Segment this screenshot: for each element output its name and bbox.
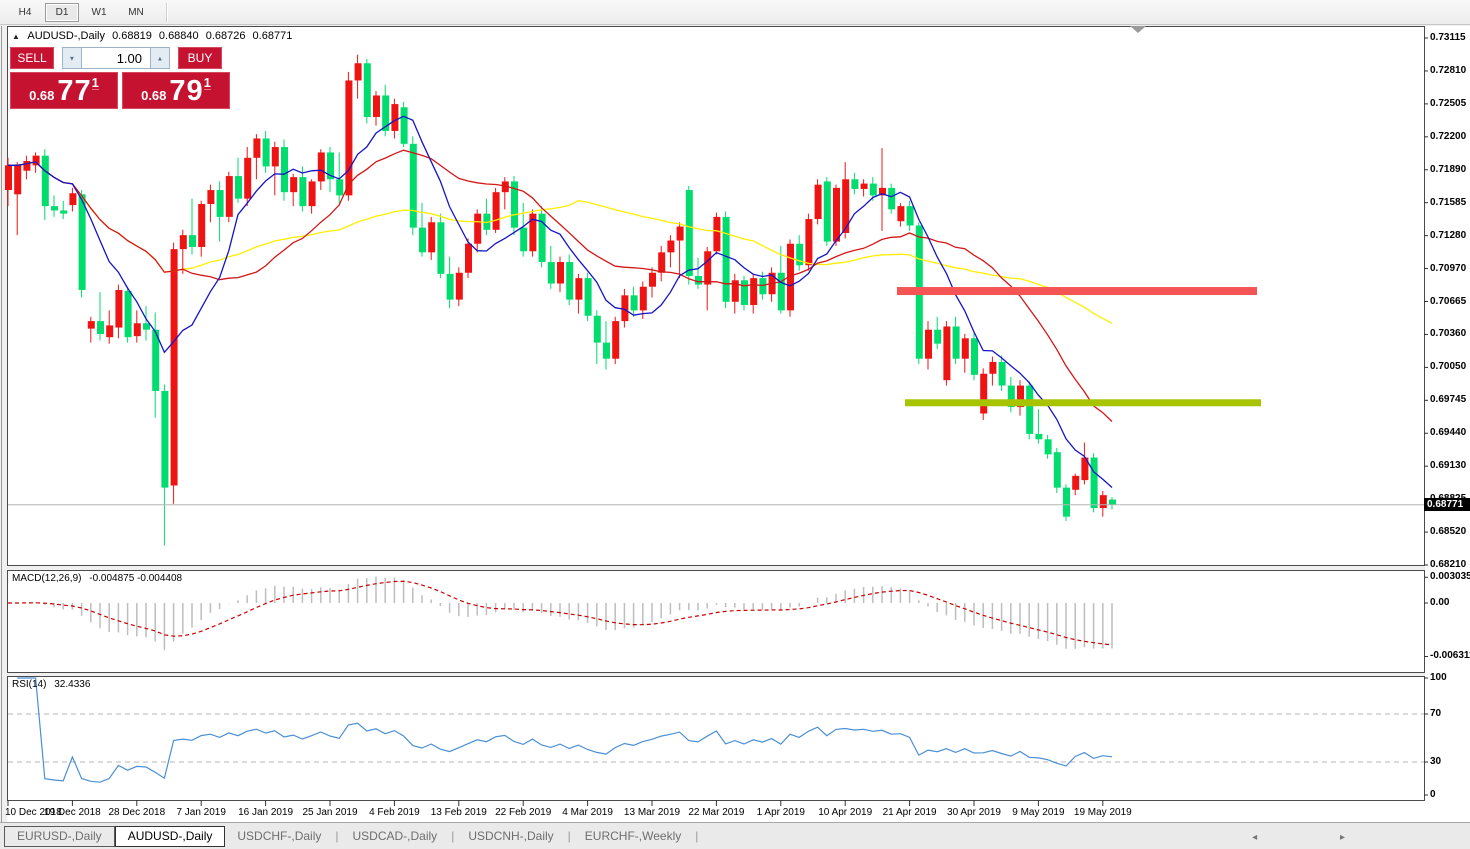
macd-pane[interactable] [7, 570, 1425, 673]
bid-price-tag: 0.68771 [1424, 498, 1470, 511]
scroll-right-icon[interactable]: ▸ [1340, 832, 1385, 843]
ohlc-open: 0.68819 [112, 30, 152, 42]
volume-input[interactable] [82, 47, 150, 69]
chart-tab-audusd[interactable]: AUDUSD-,Daily [115, 826, 226, 847]
date-axis-label: 21 Apr 2019 [883, 807, 937, 818]
price-axis-label: 0.68520 [1430, 526, 1466, 537]
sell-pipette: 1 [92, 76, 99, 90]
macd-axis-label: 0.003035 [1430, 571, 1470, 582]
sell-price-button[interactable]: 0.68 77 1 [10, 72, 118, 109]
price-axis-label: 0.70665 [1430, 296, 1466, 307]
rsi-value: 32.4336 [54, 679, 90, 690]
price-axis-label: 0.70970 [1430, 263, 1466, 274]
price-axis-label: 0.71280 [1430, 230, 1466, 241]
date-axis-label: 13 Feb 2019 [431, 807, 487, 818]
tab-divider: | [335, 829, 338, 843]
rsi-label: RSI(14) 32.4336 [12, 679, 95, 690]
sell-big-figure: 0.68 [29, 86, 54, 106]
price-axis-label: 0.72810 [1430, 65, 1466, 76]
chart-tab-usdcnh[interactable]: USDCNH-,Daily [456, 827, 565, 846]
price-axis-label: 0.69745 [1430, 394, 1466, 405]
date-axis-label: 19 May 2019 [1074, 807, 1132, 818]
tab-divider: | [451, 829, 454, 843]
date-axis-label: 25 Jan 2019 [302, 807, 357, 818]
chart-tabs: EURUSD-,DailyAUDUSD-,DailyUSDCHF-,Daily|… [4, 826, 700, 847]
macd-name: MACD(12,26,9) [12, 573, 81, 584]
chart-tab-usdcad[interactable]: USDCAD-,Daily [341, 827, 450, 846]
date-axis-label: 4 Feb 2019 [369, 807, 420, 818]
price-axis-label: 0.72505 [1430, 98, 1466, 109]
chart-tab-usdchf[interactable]: USDCHF-,Daily [225, 827, 333, 846]
macd-axis-label: 0.00 [1430, 597, 1449, 608]
price-axis-label: 0.71890 [1430, 164, 1466, 175]
one-click-trading-panel: SELL ▼ ▲ BUY 0.68 77 1 0.68 79 1 [10, 47, 230, 109]
price-axis-label: 0.70360 [1430, 328, 1466, 339]
timeframe-buttons: H4D1W1MN [8, 3, 156, 22]
volume-decrease-button[interactable]: ▼ [62, 47, 82, 69]
timeframe-toolbar: H4D1W1MN [0, 0, 1470, 25]
macd-values: -0.004875 -0.004408 [89, 573, 182, 584]
price-axis-label: 0.73115 [1430, 32, 1466, 43]
macd-axis-label: -0.006311 [1430, 650, 1470, 661]
date-axis-label: 10 Apr 2019 [818, 807, 872, 818]
scroll-left-icon[interactable]: ◂ [1252, 832, 1297, 843]
buy-button[interactable]: BUY [178, 47, 222, 69]
timeframe-button-mn[interactable]: MN [119, 3, 153, 22]
volume-increase-button[interactable]: ▲ [150, 47, 170, 69]
date-axis-label: 22 Mar 2019 [688, 807, 744, 818]
date-axis-label: 19 Dec 2018 [44, 807, 101, 818]
chart-symbol-label: AUDUSD-,Daily [27, 30, 105, 42]
rsi-axis-label: 30 [1430, 756, 1441, 767]
rsi-name: RSI(14) [12, 679, 46, 690]
rsi-axis-label: 100 [1430, 672, 1447, 683]
window-edge [1, 26, 2, 822]
date-axis-label: 13 Mar 2019 [624, 807, 680, 818]
date-axis-label: 16 Jan 2019 [238, 807, 293, 818]
date-axis-label: 1 Apr 2019 [757, 807, 805, 818]
ohlc-close: 0.68771 [253, 30, 293, 42]
date-axis-label: 28 Dec 2018 [108, 807, 165, 818]
tab-divider: | [695, 829, 698, 843]
date-axis-label: 7 Jan 2019 [176, 807, 226, 818]
timeframe-button-d1[interactable]: D1 [45, 3, 79, 22]
rsi-pane[interactable] [7, 676, 1425, 801]
price-axis-label: 0.68210 [1430, 559, 1466, 570]
chart-tab-eurusd[interactable]: EURUSD-,Daily [4, 826, 115, 847]
toolbar-separator [166, 3, 168, 22]
chart-tab-bar: EURUSD-,DailyAUDUSD-,DailyUSDCHF-,Daily|… [0, 822, 1470, 849]
tab-divider: | [568, 829, 571, 843]
mt4-window: H4D1W1MN ▲ AUDUSD-,Daily 0.68819 0.68840… [0, 0, 1470, 849]
rsi-axis-label: 70 [1430, 708, 1441, 719]
price-axis[interactable] [1425, 26, 1470, 822]
chart-title: ▲ AUDUSD-,Daily 0.68819 0.68840 0.68726 … [12, 30, 296, 42]
sell-button[interactable]: SELL [10, 47, 54, 69]
date-axis-label: 22 Feb 2019 [495, 807, 551, 818]
buy-price-button[interactable]: 0.68 79 1 [122, 72, 230, 109]
price-axis-label: 0.70050 [1430, 361, 1466, 372]
date-axis-label: 4 Mar 2019 [562, 807, 613, 818]
timeframe-button-h4[interactable]: H4 [8, 3, 42, 22]
ohlc-low: 0.68726 [206, 30, 246, 42]
symbol-collapse-icon[interactable]: ▲ [12, 32, 20, 41]
date-axis-label: 9 May 2019 [1012, 807, 1064, 818]
spin-down-icon: ▼ [69, 54, 75, 61]
price-axis-label: 0.72200 [1430, 131, 1466, 142]
sell-pips: 77 [57, 77, 91, 106]
spin-up-icon: ▲ [157, 54, 163, 61]
date-axis-label: 30 Apr 2019 [947, 807, 1001, 818]
buy-pipette: 1 [204, 76, 211, 90]
buy-pips: 79 [169, 77, 203, 106]
macd-label: MACD(12,26,9) -0.004875 -0.004408 [12, 573, 187, 584]
price-axis-label: 0.71585 [1430, 197, 1466, 208]
chart-tab-eurchf[interactable]: EURCHF-,Weekly [573, 827, 693, 846]
buy-big-figure: 0.68 [141, 86, 166, 106]
timeframe-button-w1[interactable]: W1 [82, 3, 116, 22]
ohlc-high: 0.68840 [159, 30, 199, 42]
price-axis-label: 0.69440 [1430, 427, 1466, 438]
price-axis-label: 0.69130 [1430, 460, 1466, 471]
rsi-axis-label: 0 [1430, 789, 1436, 800]
tab-scroll-arrows: ◂ ▸ [1252, 832, 1385, 843]
